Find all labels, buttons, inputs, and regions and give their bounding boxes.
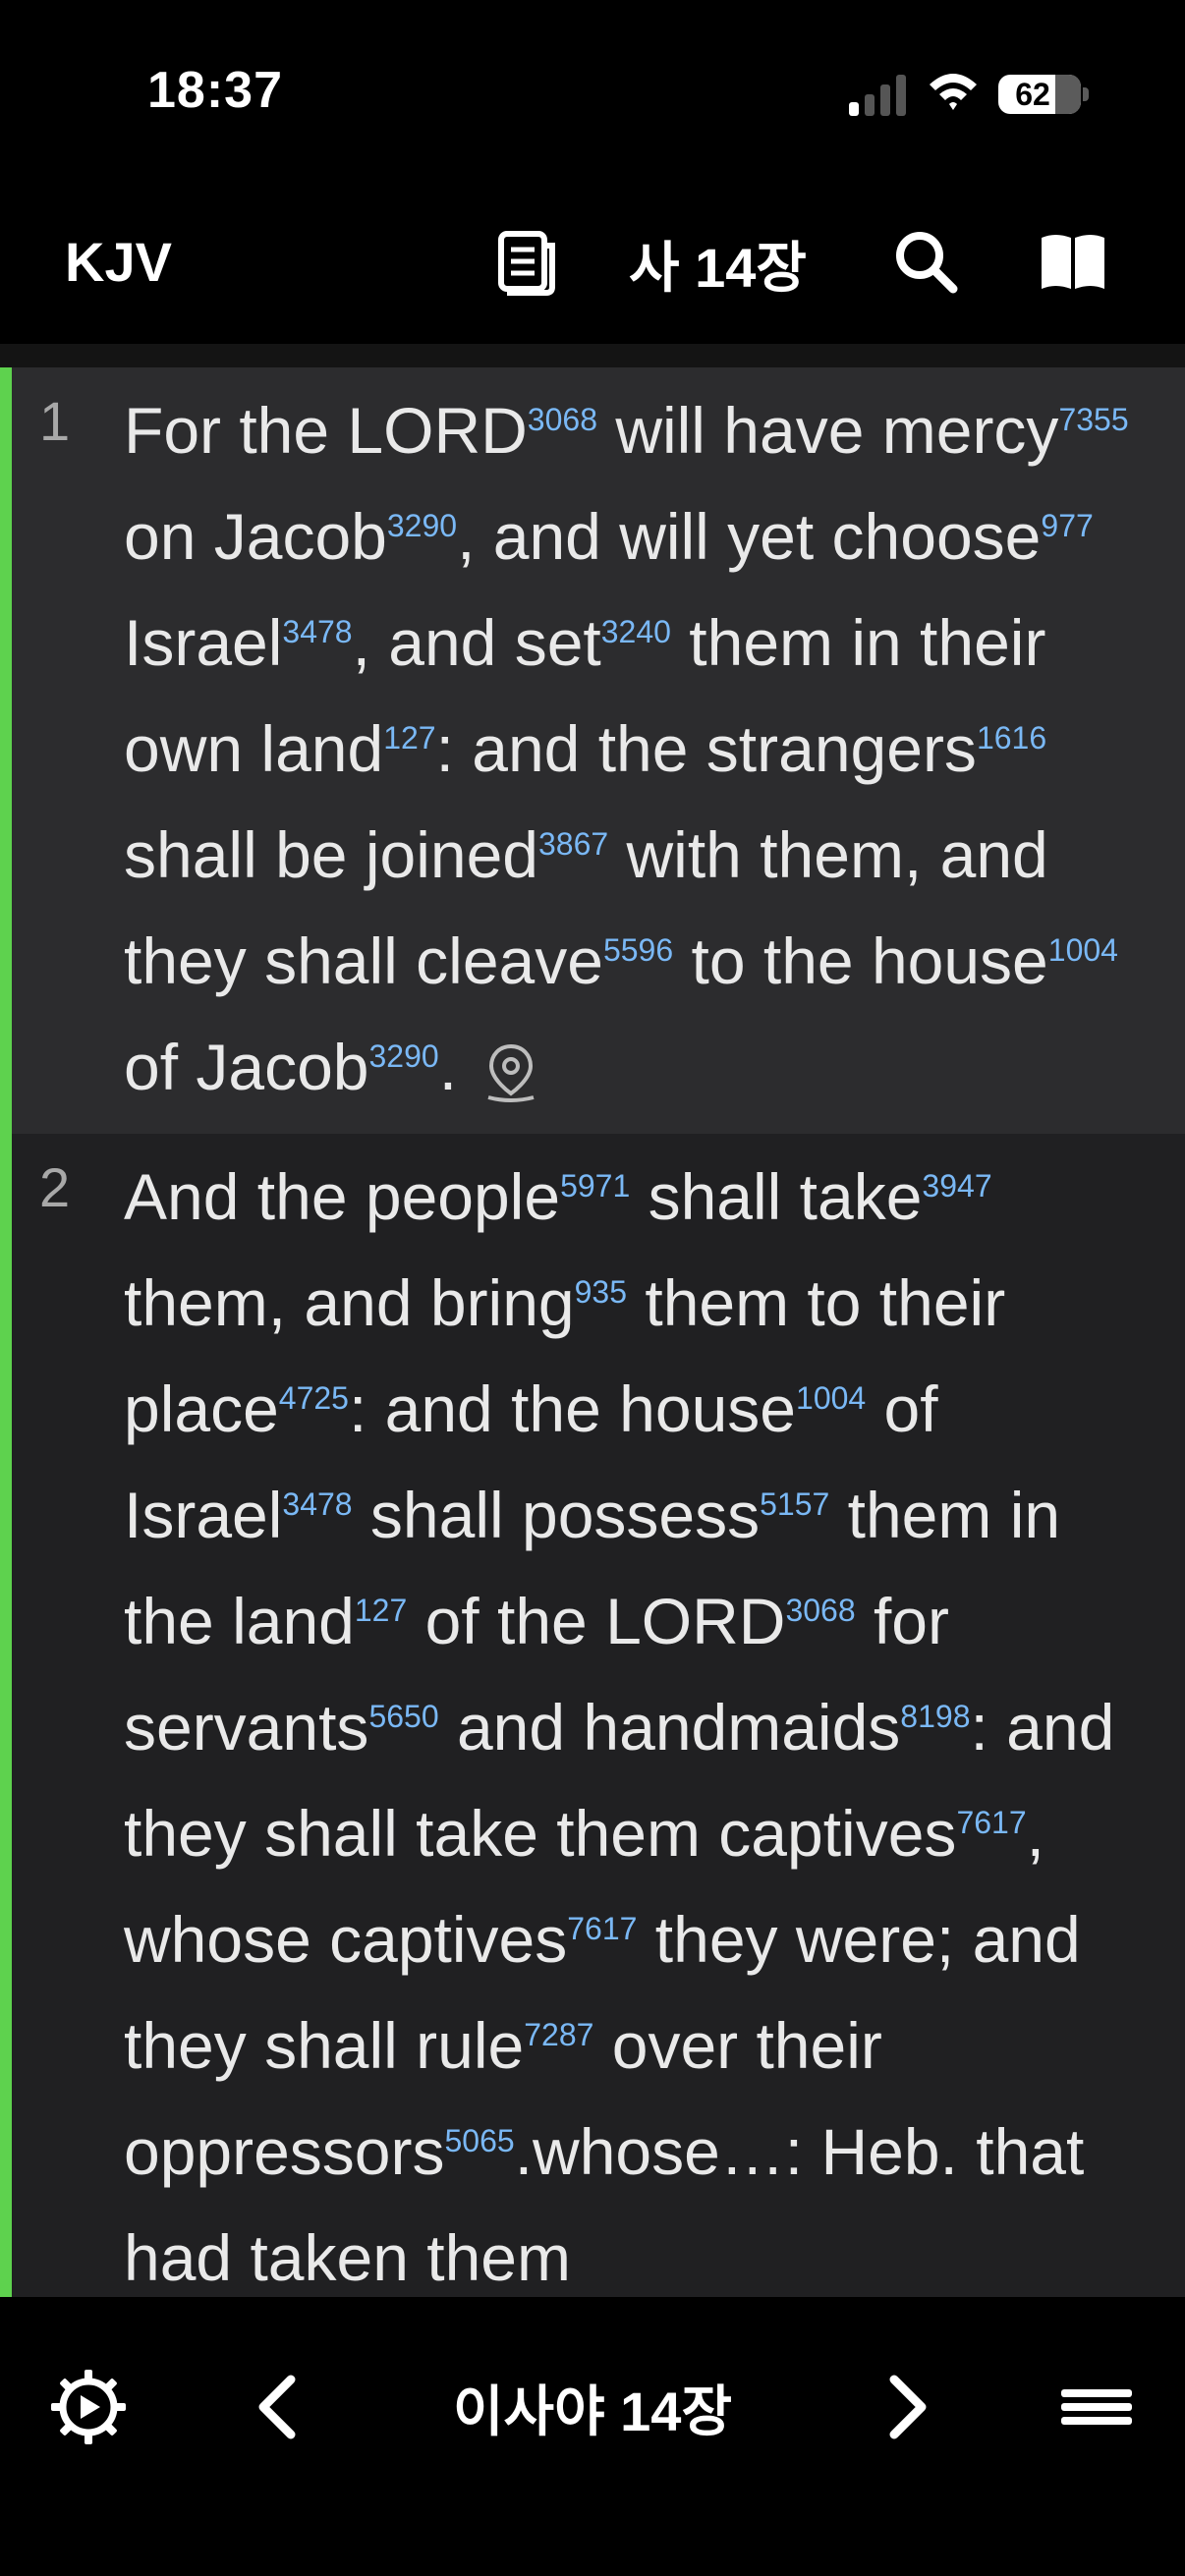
battery-indicator: 62: [998, 75, 1081, 114]
map-pin-icon[interactable]: [480, 1042, 541, 1103]
content-top-gap: [0, 344, 1185, 367]
search-icon[interactable]: [890, 226, 961, 297]
menu-icon[interactable]: [1055, 2366, 1138, 2448]
verse-row[interactable]: 2 And the people5971 shall take3947 them…: [0, 1134, 1185, 2297]
battery-cap: [1083, 87, 1089, 101]
verse-text[interactable]: For the LORD3068 will have mercy7355 on …: [124, 377, 1146, 1120]
chapter-selector[interactable]: 사 14장: [629, 224, 807, 304]
wifi-icon: [930, 74, 977, 110]
battery-level-text: 62: [1015, 77, 1050, 112]
verse-row[interactable]: 1 For the LORD3068 will have mercy7355 o…: [0, 367, 1185, 1134]
verse-text[interactable]: And the people5971 shall take3947 them, …: [124, 1144, 1146, 2297]
status-time: 18:37: [147, 62, 283, 119]
bible-books-icon[interactable]: [1038, 226, 1108, 297]
cellular-signal-icon: [849, 75, 906, 116]
notes-icon[interactable]: [491, 226, 562, 297]
top-toolbar: KJV 사 14장: [0, 187, 1185, 344]
verse-highlight-bar: [0, 367, 12, 1134]
verse-number: 1: [39, 390, 71, 452]
verse-number: 2: [39, 1156, 71, 1218]
translation-selector[interactable]: KJV: [65, 230, 172, 294]
bottom-toolbar: 이사야 14장: [0, 2297, 1185, 2576]
verse-highlight-bar: [0, 1134, 12, 2297]
chapter-content[interactable]: 1 For the LORD3068 will have mercy7355 o…: [0, 344, 1185, 2297]
next-chapter-icon[interactable]: [865, 2366, 947, 2448]
status-bar: 18:37 62: [0, 0, 1185, 187]
current-book-chapter[interactable]: 이사야 14장: [0, 2368, 1185, 2447]
